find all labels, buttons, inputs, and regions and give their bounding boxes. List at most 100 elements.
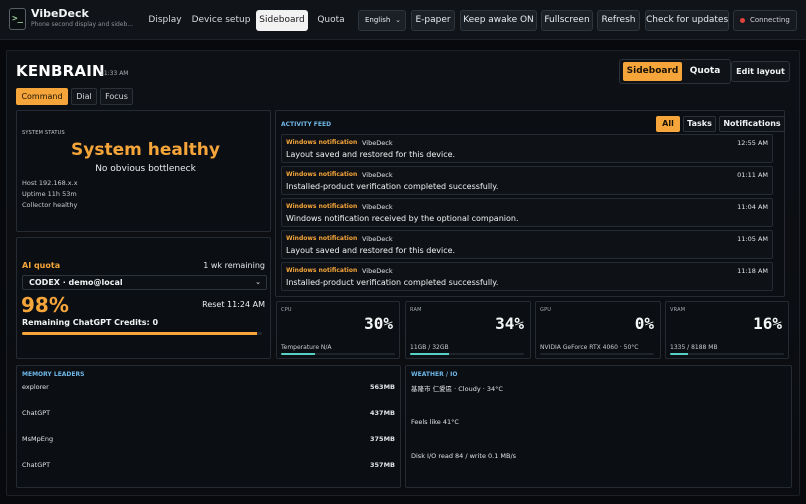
- metric-value: 30%: [364, 314, 393, 333]
- feed-item-source: Windows notification: [286, 139, 358, 146]
- metric-bar-fill: [410, 353, 449, 355]
- device-name: KENBRAIN: [16, 62, 105, 80]
- feed-item-message: Installed-product verification completed…: [286, 278, 499, 287]
- metric-detail: Temperature N/A: [281, 344, 332, 351]
- metric-label: GPU: [540, 307, 552, 313]
- feed-item[interactable]: Windows notification VibeDeck 11:04 AM W…: [281, 198, 773, 227]
- memory-leaders-title: MEMORY LEADERS: [22, 371, 85, 378]
- metric-bar: [540, 353, 654, 355]
- fullscreen-button[interactable]: Fullscreen: [541, 10, 593, 31]
- metric-detail: 1335 / 8188 MB: [670, 344, 718, 351]
- feed-item-message: Layout saved and restored for this devic…: [286, 150, 456, 159]
- memory-process-name: explorer: [22, 383, 49, 391]
- gpu-card: GPU 0% NVIDIA GeForce RTX 4060 · 50°C: [535, 301, 661, 359]
- memory-leaders-panel: MEMORY LEADERS explorer 563MB ChatGPT 43…: [16, 365, 401, 488]
- weather-io-title: WEATHER / IO: [411, 371, 458, 378]
- feels-like: Feels like 41°C: [411, 418, 459, 426]
- subtab-dial[interactable]: Dial: [71, 88, 97, 105]
- metric-detail: NVIDIA GeForce RTX 4060 · 50°C: [540, 344, 639, 351]
- feed-item-message: Layout saved and restored for this devic…: [286, 246, 456, 255]
- device-time: 11:33 AM: [100, 70, 129, 77]
- feed-item[interactable]: Windows notification VibeDeck 11:18 AM I…: [281, 262, 773, 291]
- terminal-logo-icon: >_: [9, 8, 26, 30]
- filter-notifications[interactable]: Notifications: [719, 116, 785, 132]
- activity-feed-title: ACTIVITY FEED: [281, 121, 332, 128]
- ai-quota-panel: AI quota 1 wk remaining CODEX · demo@loc…: [16, 237, 271, 359]
- chevron-down-icon: ⌄: [255, 278, 261, 286]
- metric-label: CPU: [281, 307, 292, 313]
- chevron-down-icon: ⌄: [395, 16, 401, 24]
- feed-item-time: 01:11 AM: [737, 171, 768, 179]
- feed-item[interactable]: Windows notification VibeDeck 12:55 AM L…: [281, 134, 773, 163]
- system-status-caption: SYSTEM STATUS: [22, 130, 65, 136]
- nav-sideboard[interactable]: Sideboard: [256, 10, 308, 31]
- system-status-panel: SYSTEM STATUS System healthy No obvious …: [16, 110, 271, 232]
- connection-status: Connecting: [733, 10, 797, 31]
- feed-item-time: 12:55 AM: [737, 139, 768, 147]
- feed-item-app: VibeDeck: [362, 203, 393, 211]
- feed-item-message: Installed-product verification completed…: [286, 182, 499, 191]
- check-updates-button[interactable]: Check for updates: [645, 10, 729, 31]
- memory-process-value: 437MB: [370, 409, 395, 417]
- filter-tasks[interactable]: Tasks: [683, 116, 716, 132]
- feed-item-app: VibeDeck: [362, 139, 393, 147]
- keep-awake-button[interactable]: Keep awake ON: [460, 10, 537, 31]
- activity-feed-panel: ACTIVITY FEED All Tasks Notifications Wi…: [275, 110, 785, 297]
- nav-display[interactable]: Display: [143, 10, 187, 31]
- memory-process-value: 563MB: [370, 383, 395, 391]
- metric-bar: [670, 353, 784, 355]
- mode-sideboard-button[interactable]: Sideboard: [623, 62, 682, 81]
- quota-account-select[interactable]: CODEX · demo@local ⌄: [22, 275, 267, 290]
- top-bar: >_ VibeDeck Phone second display and sid…: [0, 0, 806, 40]
- language-value: English: [365, 16, 391, 24]
- uptime-info: Uptime 11h 53m: [22, 190, 77, 198]
- memory-process-value: 357MB: [370, 461, 395, 469]
- feed-item-source: Windows notification: [286, 171, 358, 178]
- ram-card: RAM 34% 11GB / 32GB: [405, 301, 531, 359]
- quota-account-value: CODEX · demo@local: [29, 278, 123, 287]
- quota-credits: Remaining ChatGPT Credits: 0: [22, 318, 159, 327]
- disk-io: Disk I/O read 84 / write 0.1 MB/s: [411, 452, 517, 460]
- feed-item-source: Windows notification: [286, 267, 358, 274]
- refresh-button[interactable]: Refresh: [597, 10, 640, 31]
- quota-percent: 98%: [21, 293, 69, 317]
- metric-label: RAM: [410, 307, 422, 313]
- feed-item-time: 11:05 AM: [737, 235, 768, 243]
- subtab-command[interactable]: Command: [16, 88, 68, 105]
- metric-detail: 11GB / 32GB: [410, 344, 449, 351]
- quota-reset-time: Reset 11:24 AM: [202, 300, 265, 309]
- edit-layout-button[interactable]: Edit layout: [731, 61, 790, 82]
- metric-value: 34%: [495, 314, 524, 333]
- quota-progress-bar: [22, 332, 262, 335]
- memory-process-value: 375MB: [370, 435, 395, 443]
- memory-process-name: MsMpEng: [22, 435, 54, 443]
- host-info: Host 192.168.x.x: [22, 179, 78, 187]
- status-dot-icon: [740, 18, 745, 23]
- filter-all[interactable]: All: [656, 116, 680, 132]
- metric-value: 16%: [753, 314, 782, 333]
- memory-process-name: ChatGPT: [22, 409, 51, 417]
- ai-quota-title: AI quota: [22, 261, 61, 270]
- collector-info: Collector healthy: [22, 201, 78, 209]
- epaper-button[interactable]: E-paper: [411, 10, 455, 31]
- feed-item-app: VibeDeck: [362, 267, 393, 275]
- system-status-detail: No obvious bottleneck: [95, 164, 196, 174]
- feed-item[interactable]: Windows notification VibeDeck 01:11 AM I…: [281, 166, 773, 195]
- nav-device-setup[interactable]: Device setup: [190, 10, 252, 31]
- feed-item-source: Windows notification: [286, 235, 358, 242]
- weather-io-panel: WEATHER / IO 基隆市 仁愛區 · Cloudy · 34°C Fee…: [405, 365, 792, 488]
- metric-bar: [281, 353, 395, 355]
- weather-summary: 基隆市 仁愛區 · Cloudy · 34°C: [411, 385, 503, 393]
- memory-process-name: ChatGPT: [22, 461, 51, 469]
- quota-remaining: 1 wk remaining: [203, 261, 265, 270]
- connection-status-text: Connecting: [750, 16, 790, 24]
- subtab-focus[interactable]: Focus: [100, 88, 133, 105]
- feed-item-source: Windows notification: [286, 203, 358, 210]
- cpu-card: CPU 30% Temperature N/A: [276, 301, 400, 359]
- nav-quota[interactable]: Quota: [311, 10, 351, 31]
- app-subtitle: Phone second display and sideb...: [31, 21, 134, 28]
- metric-bar-fill: [670, 353, 689, 355]
- feed-item[interactable]: Windows notification VibeDeck 11:05 AM L…: [281, 230, 773, 259]
- mode-quota-button[interactable]: Quota: [685, 62, 725, 81]
- language-select[interactable]: English ⌄: [358, 10, 406, 31]
